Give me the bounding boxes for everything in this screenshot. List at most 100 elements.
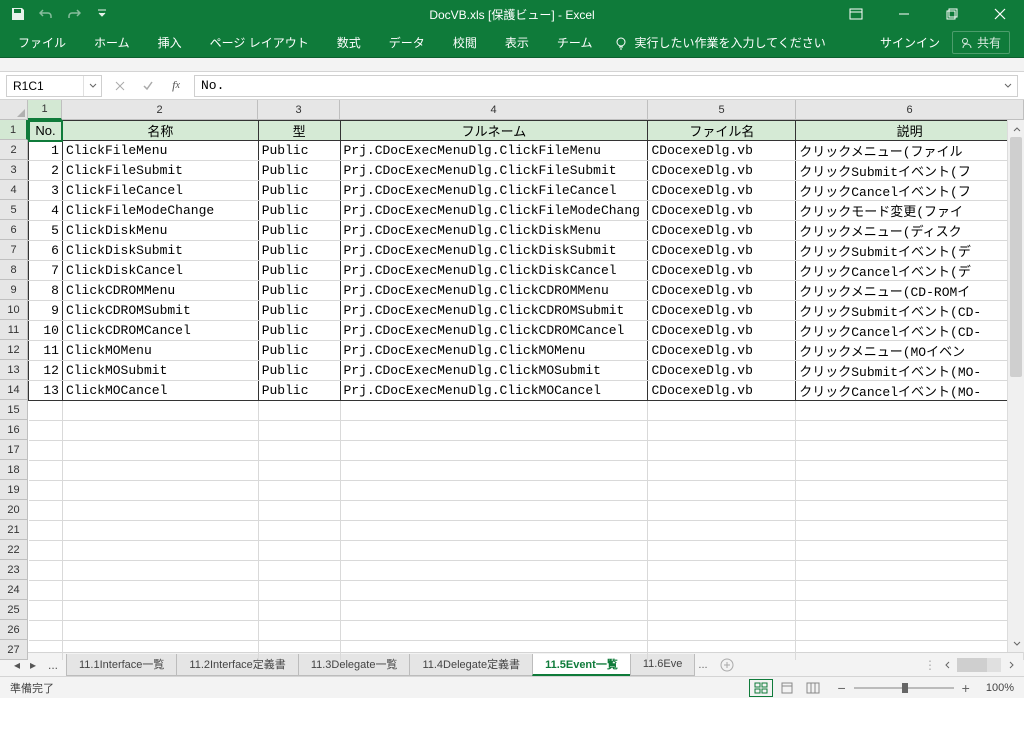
data-cell[interactable]: CDocexeDlg.vb — [648, 281, 796, 301]
data-cell[interactable]: ClickCDROMCancel — [62, 321, 258, 341]
row-header[interactable]: 27 — [0, 640, 28, 660]
minimize-button[interactable] — [882, 0, 926, 28]
row-header[interactable]: 11 — [0, 320, 28, 340]
empty-cell[interactable] — [258, 461, 340, 481]
data-cell[interactable]: Prj.CDocExecMenuDlg.ClickCDROMMenu — [340, 281, 648, 301]
data-cell[interactable]: ClickDiskSubmit — [62, 241, 258, 261]
empty-cell[interactable] — [258, 401, 340, 421]
data-cell[interactable]: Public — [258, 241, 340, 261]
empty-cell[interactable] — [29, 501, 63, 521]
data-cell[interactable]: クリックCancelイベント(CD- — [796, 321, 1024, 341]
empty-cell[interactable] — [340, 401, 648, 421]
data-cell[interactable]: Public — [258, 161, 340, 181]
data-cell[interactable]: クリックメニュー(ディスク — [796, 221, 1024, 241]
empty-cell[interactable] — [62, 521, 258, 541]
empty-cell[interactable] — [29, 421, 63, 441]
data-cell[interactable]: Public — [258, 321, 340, 341]
empty-cell[interactable] — [648, 401, 796, 421]
data-cell[interactable]: CDocexeDlg.vb — [648, 361, 796, 381]
empty-cell[interactable] — [796, 461, 1024, 481]
row-header[interactable]: 24 — [0, 580, 28, 600]
empty-cell[interactable] — [29, 461, 63, 481]
data-cell[interactable]: CDocexeDlg.vb — [648, 321, 796, 341]
empty-cell[interactable] — [796, 501, 1024, 521]
data-cell[interactable]: Prj.CDocExecMenuDlg.ClickDiskMenu — [340, 221, 648, 241]
empty-cell[interactable] — [340, 461, 648, 481]
empty-cell[interactable] — [796, 621, 1024, 641]
data-cell[interactable]: ClickMOMenu — [62, 341, 258, 361]
row-header[interactable]: 5 — [0, 200, 28, 220]
empty-cell[interactable] — [62, 401, 258, 421]
formula-bar-expand-icon[interactable] — [999, 76, 1017, 96]
row-header[interactable]: 17 — [0, 440, 28, 460]
column-header[interactable]: 3 — [258, 100, 340, 120]
empty-cell[interactable] — [340, 561, 648, 581]
data-cell[interactable]: CDocexeDlg.vb — [648, 221, 796, 241]
tab-team[interactable]: チーム — [543, 28, 607, 58]
formula-input[interactable]: No. — [194, 75, 1018, 97]
empty-cell[interactable] — [796, 561, 1024, 581]
data-cell[interactable]: 4 — [29, 201, 63, 221]
empty-cell[interactable] — [340, 501, 648, 521]
data-cell[interactable]: Prj.CDocExecMenuDlg.ClickMOCancel — [340, 381, 648, 401]
zoom-slider[interactable] — [854, 687, 954, 689]
cell-grid[interactable]: No.名称型フルネームファイル名説明1ClickFileMenuPublicPr… — [28, 120, 1024, 660]
row-header[interactable]: 4 — [0, 180, 28, 200]
data-cell[interactable]: 1 — [29, 141, 63, 161]
data-cell[interactable]: 8 — [29, 281, 63, 301]
row-header[interactable]: 6 — [0, 220, 28, 240]
data-cell[interactable]: Public — [258, 181, 340, 201]
empty-cell[interactable] — [29, 641, 63, 661]
empty-cell[interactable] — [258, 481, 340, 501]
data-cell[interactable]: Public — [258, 261, 340, 281]
empty-cell[interactable] — [340, 481, 648, 501]
data-cell[interactable]: クリックCancelイベント(フ — [796, 181, 1024, 201]
empty-cell[interactable] — [796, 421, 1024, 441]
tab-data[interactable]: データ — [375, 28, 439, 58]
empty-cell[interactable] — [340, 521, 648, 541]
column-header[interactable]: 1 — [28, 100, 62, 120]
data-cell[interactable]: 9 — [29, 301, 63, 321]
empty-cell[interactable] — [648, 641, 796, 661]
row-header[interactable]: 16 — [0, 420, 28, 440]
empty-cell[interactable] — [340, 621, 648, 641]
data-cell[interactable]: 2 — [29, 161, 63, 181]
row-header[interactable]: 13 — [0, 360, 28, 380]
empty-cell[interactable] — [62, 461, 258, 481]
empty-cell[interactable] — [796, 401, 1024, 421]
data-cell[interactable]: 11 — [29, 341, 63, 361]
column-header[interactable]: 6 — [796, 100, 1024, 120]
empty-cell[interactable] — [62, 441, 258, 461]
row-header[interactable]: 8 — [0, 260, 28, 280]
normal-view-button[interactable] — [749, 679, 773, 697]
insert-function-icon[interactable]: fx — [164, 75, 188, 97]
column-header[interactable]: 4 — [340, 100, 648, 120]
data-cell[interactable]: Public — [258, 361, 340, 381]
qat-dropdown-icon[interactable] — [94, 6, 110, 22]
data-cell[interactable]: クリックSubmitイベント(フ — [796, 161, 1024, 181]
row-header[interactable]: 23 — [0, 560, 28, 580]
maximize-button[interactable] — [930, 0, 974, 28]
data-cell[interactable]: Prj.CDocExecMenuDlg.ClickFileCancel — [340, 181, 648, 201]
data-cell[interactable]: 6 — [29, 241, 63, 261]
empty-cell[interactable] — [29, 481, 63, 501]
data-cell[interactable]: ClickMOSubmit — [62, 361, 258, 381]
empty-cell[interactable] — [258, 421, 340, 441]
column-header[interactable]: 2 — [62, 100, 258, 120]
row-header[interactable]: 25 — [0, 600, 28, 620]
data-cell[interactable]: Prj.CDocExecMenuDlg.ClickFileMenu — [340, 141, 648, 161]
zoom-out-button[interactable]: − — [837, 680, 845, 696]
scrollbar-thumb[interactable] — [1010, 137, 1022, 377]
row-header[interactable]: 7 — [0, 240, 28, 260]
ribbon-display-options-icon[interactable] — [834, 0, 878, 28]
empty-cell[interactable] — [62, 621, 258, 641]
row-header[interactable]: 26 — [0, 620, 28, 640]
empty-cell[interactable] — [62, 421, 258, 441]
row-header[interactable]: 1 — [0, 120, 28, 140]
data-cell[interactable]: Prj.CDocExecMenuDlg.ClickFileModeChang — [340, 201, 648, 221]
data-cell[interactable]: Public — [258, 201, 340, 221]
data-cell[interactable]: Prj.CDocExecMenuDlg.ClickCDROMSubmit — [340, 301, 648, 321]
empty-cell[interactable] — [648, 521, 796, 541]
horizontal-scrollbar[interactable] — [957, 658, 1001, 672]
empty-cell[interactable] — [648, 581, 796, 601]
